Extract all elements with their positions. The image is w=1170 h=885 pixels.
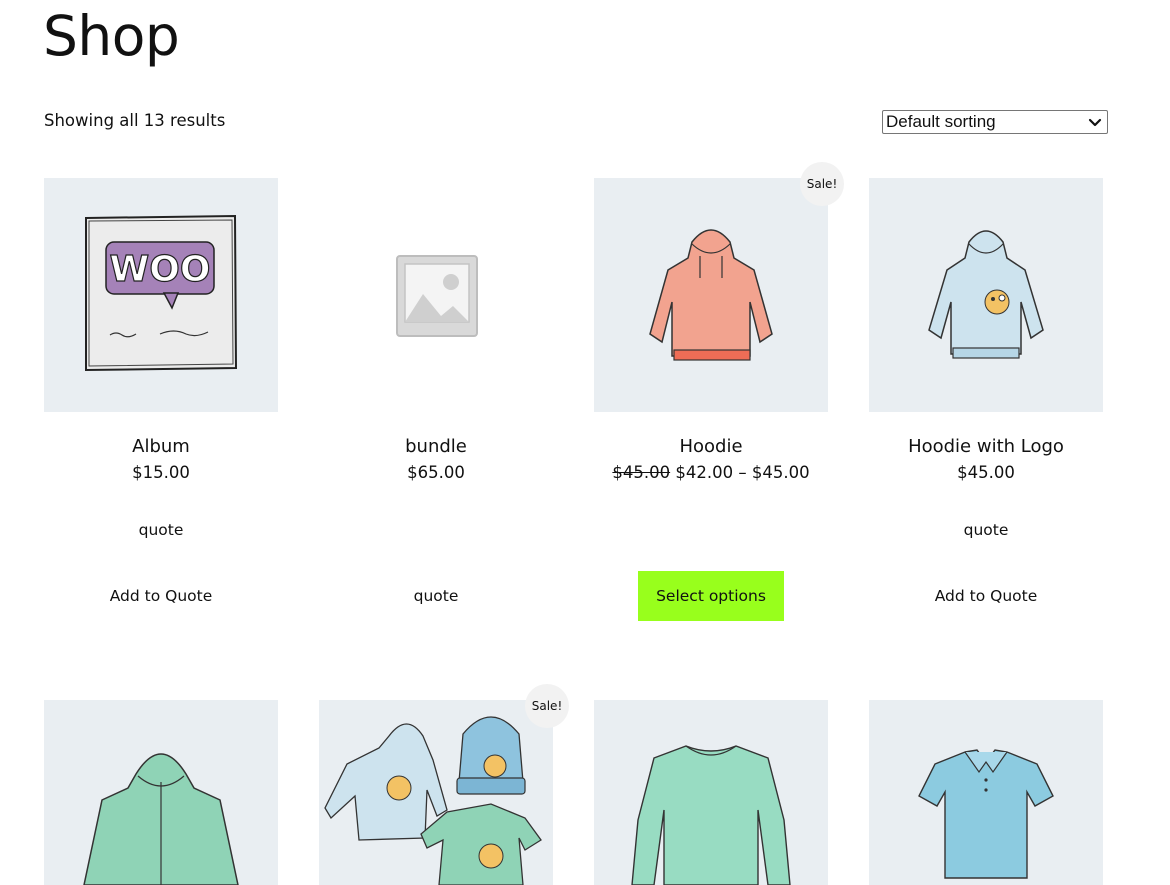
svg-text:WOO: WOO — [110, 249, 211, 290]
product-title[interactable]: bundle — [319, 436, 553, 457]
add-to-quote-button[interactable]: Add to Quote — [44, 571, 278, 621]
regular-price: $45.00 — [612, 463, 671, 482]
placeholder-image-icon — [396, 255, 478, 337]
shop-page: Shop Showing all 13 results Default sort… — [0, 0, 1170, 885]
sorting-select[interactable]: Default sorting — [882, 110, 1108, 134]
result-count: Showing all 13 results — [44, 111, 226, 130]
product-title[interactable]: Hoodie — [594, 436, 828, 457]
product-price: $15.00 — [132, 463, 190, 482]
product-card-album: WOO Album $15.00 quote Add to Quote — [44, 178, 278, 628]
product-title[interactable]: Album — [44, 436, 278, 457]
select-options-button[interactable]: Select options — [638, 571, 784, 621]
product-image-hoodie-with-logo[interactable] — [869, 178, 1103, 412]
product-price: $65.00 — [407, 463, 465, 482]
product-image-album[interactable]: WOO — [44, 178, 278, 412]
product-card-hoodie: Sale! Hoodie $45.00 $42.00 – $45.00 Sele… — [594, 162, 844, 628]
product-card-bundle: bundle $65.00 quote — [319, 178, 553, 628]
product-image-hoodie[interactable] — [594, 178, 828, 412]
product-price: $45.00 $42.00 – $45.00 — [594, 463, 828, 482]
sale-badge: Sale! — [800, 162, 844, 206]
product-image-polo[interactable] — [869, 700, 1103, 885]
product-image-long-sleeve-tee[interactable] — [594, 700, 828, 885]
page-title: Shop — [43, 4, 180, 68]
product-price: $45.00 — [957, 463, 1015, 482]
product-title[interactable]: Hoodie with Logo — [869, 436, 1103, 457]
product-image-logo-collection[interactable] — [319, 700, 553, 885]
product-image-bundle[interactable] — [319, 178, 553, 412]
quote-label: quote — [138, 521, 184, 539]
sale-badge: Sale! — [525, 684, 569, 728]
quote-button[interactable]: quote — [319, 571, 553, 621]
product-card-hoodie-with-logo: Hoodie with Logo $45.00 quote Add to Quo… — [869, 178, 1103, 628]
add-to-quote-button[interactable]: Add to Quote — [869, 571, 1103, 621]
sale-price-range: $42.00 – $45.00 — [675, 463, 810, 482]
product-image-zip-hoodie[interactable] — [44, 700, 278, 885]
quote-label: quote — [963, 521, 1009, 539]
